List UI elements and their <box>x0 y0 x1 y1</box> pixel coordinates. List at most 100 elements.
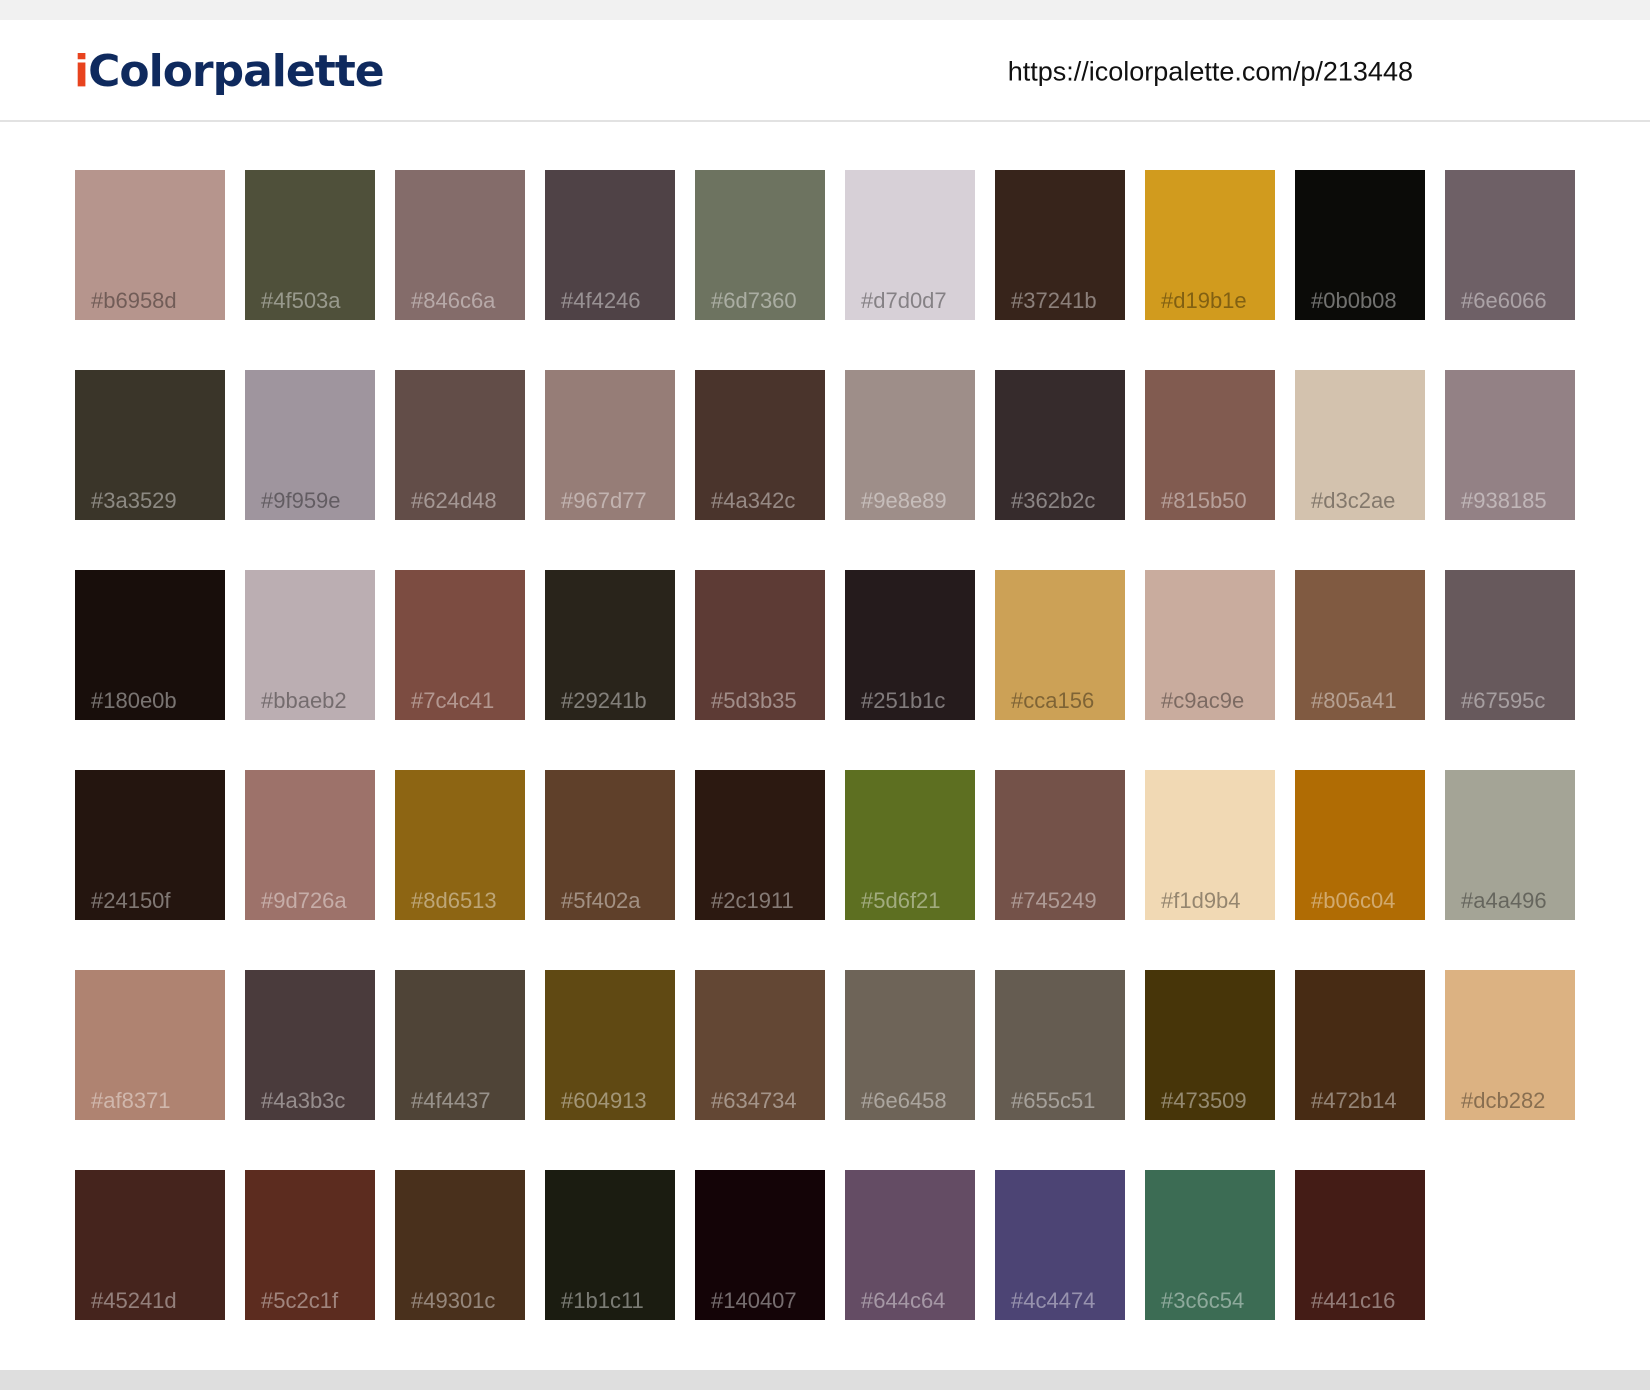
color-swatch[interactable]: #3a3529 <box>75 370 225 520</box>
color-swatch[interactable]: #6e6458 <box>845 970 975 1120</box>
swatch-hex-label: #67595c <box>1461 688 1546 713</box>
color-swatch[interactable]: #634734 <box>695 970 825 1120</box>
swatch-hex-label: #7c4c41 <box>411 688 495 713</box>
page: iColorpalette https://icolorpalette.com/… <box>0 20 1650 1370</box>
swatch-hex-label: #846c6a <box>411 288 496 313</box>
color-swatch[interactable]: #37241b <box>995 170 1125 320</box>
color-swatch[interactable]: #1b1c11 <box>545 1170 675 1320</box>
color-swatch[interactable]: #2c1911 <box>695 770 825 920</box>
color-swatch[interactable]: #3c6c54 <box>1145 1170 1275 1320</box>
swatch-hex-label: #634734 <box>711 1088 797 1113</box>
color-swatch[interactable]: #5f402a <box>545 770 675 920</box>
color-swatch[interactable]: #5d6f21 <box>845 770 975 920</box>
swatch-hex-label: #bbaeb2 <box>261 688 347 713</box>
color-swatch[interactable]: #472b14 <box>1295 970 1425 1120</box>
color-swatch[interactable]: #4f503a <box>245 170 375 320</box>
swatch-hex-label: #49301c <box>411 1288 496 1313</box>
color-swatch[interactable]: #938185 <box>1445 370 1575 520</box>
color-swatch[interactable]: #8d6513 <box>395 770 525 920</box>
color-swatch[interactable]: #967d77 <box>545 370 675 520</box>
color-swatch[interactable]: #140407 <box>695 1170 825 1320</box>
swatch-hex-label: #cca156 <box>1011 688 1095 713</box>
swatch-hex-label: #6e6066 <box>1461 288 1547 313</box>
color-swatch[interactable]: #6e6066 <box>1445 170 1575 320</box>
swatch-hex-label: #2c1911 <box>711 888 794 913</box>
swatch-hex-label: #b6958d <box>91 288 177 313</box>
color-swatch[interactable]: #846c6a <box>395 170 525 320</box>
color-swatch[interactable]: #9f959e <box>245 370 375 520</box>
swatch-hex-label: #a4a496 <box>1461 888 1547 913</box>
swatch-hex-label: #805a41 <box>1311 688 1397 713</box>
swatch-hex-label: #b06c04 <box>1311 888 1396 913</box>
swatch-hex-label: #4c4474 <box>1011 1288 1096 1313</box>
palette-url[interactable]: https://icolorpalette.com/p/213448 <box>1008 57 1413 88</box>
color-swatch[interactable]: #180e0b <box>75 570 225 720</box>
color-swatch[interactable]: #655c51 <box>995 970 1125 1120</box>
color-swatch[interactable]: #9e8e89 <box>845 370 975 520</box>
logo-accent: i <box>74 46 89 97</box>
color-swatch[interactable]: #45241d <box>75 1170 225 1320</box>
swatch-hex-label: #3c6c54 <box>1161 1288 1245 1313</box>
swatch-hex-label: #472b14 <box>1311 1088 1397 1113</box>
swatch-hex-label: #441c16 <box>1311 1288 1396 1313</box>
color-swatch[interactable]: #67595c <box>1445 570 1575 720</box>
swatch-hex-label: #5d6f21 <box>861 888 941 913</box>
swatch-hex-label: #5f402a <box>561 888 641 913</box>
swatch-hex-label: #644c64 <box>861 1288 946 1313</box>
color-swatch[interactable]: #b06c04 <box>1295 770 1425 920</box>
color-swatch[interactable]: #5d3b35 <box>695 570 825 720</box>
color-swatch[interactable]: #cca156 <box>995 570 1125 720</box>
color-swatch[interactable]: #4a3b3c <box>245 970 375 1120</box>
color-swatch[interactable]: #5c2c1f <box>245 1170 375 1320</box>
swatch-hex-label: #d19b1e <box>1161 288 1247 313</box>
swatch-hex-label: #d3c2ae <box>1311 488 1396 513</box>
color-swatch[interactable]: #bbaeb2 <box>245 570 375 720</box>
color-swatch[interactable]: #f1d9b4 <box>1145 770 1275 920</box>
color-swatch[interactable]: #b6958d <box>75 170 225 320</box>
swatch-hex-label: #967d77 <box>561 488 647 513</box>
color-swatch[interactable]: #362b2c <box>995 370 1125 520</box>
color-swatch[interactable]: #473509 <box>1145 970 1275 1120</box>
color-swatch[interactable]: #0b0b08 <box>1295 170 1425 320</box>
color-swatch[interactable]: #af8371 <box>75 970 225 1120</box>
color-swatch[interactable]: #6d7360 <box>695 170 825 320</box>
color-swatch[interactable]: #805a41 <box>1295 570 1425 720</box>
color-swatch[interactable]: #4f4437 <box>395 970 525 1120</box>
swatch-hex-label: #dcb282 <box>1461 1088 1546 1113</box>
swatch-hex-label: #9e8e89 <box>861 488 947 513</box>
swatch-hex-label: #6d7360 <box>711 288 797 313</box>
color-swatch[interactable]: #9d726a <box>245 770 375 920</box>
swatch-hex-label: #6e6458 <box>861 1088 947 1113</box>
swatch-hex-label: #4f4437 <box>411 1088 491 1113</box>
color-swatch[interactable]: #624d48 <box>395 370 525 520</box>
swatch-hex-label: #d7d0d7 <box>861 288 947 313</box>
site-header: iColorpalette https://icolorpalette.com/… <box>0 20 1650 122</box>
color-swatch[interactable]: #644c64 <box>845 1170 975 1320</box>
color-swatch[interactable]: #745249 <box>995 770 1125 920</box>
color-swatch[interactable]: #7c4c41 <box>395 570 525 720</box>
color-swatch[interactable]: #4a342c <box>695 370 825 520</box>
color-swatch[interactable]: #4f4246 <box>545 170 675 320</box>
color-swatch[interactable]: #49301c <box>395 1170 525 1320</box>
site-logo[interactable]: iColorpalette <box>74 44 385 100</box>
swatch-hex-label: #473509 <box>1161 1088 1247 1113</box>
color-swatch[interactable]: #251b1c <box>845 570 975 720</box>
swatch-hex-label: #604913 <box>561 1088 647 1113</box>
color-swatch[interactable]: #4c4474 <box>995 1170 1125 1320</box>
color-swatch[interactable]: #604913 <box>545 970 675 1120</box>
color-swatch[interactable]: #815b50 <box>1145 370 1275 520</box>
color-swatch[interactable]: #d3c2ae <box>1295 370 1425 520</box>
color-swatch[interactable]: #441c16 <box>1295 1170 1425 1320</box>
swatch-hex-label: #362b2c <box>1011 488 1096 513</box>
color-swatch[interactable]: #24150f <box>75 770 225 920</box>
logo-text: Colorpalette <box>88 46 385 97</box>
color-swatch[interactable]: #c9ac9e <box>1145 570 1275 720</box>
color-swatch[interactable]: #dcb282 <box>1445 970 1575 1120</box>
color-swatch[interactable]: #29241b <box>545 570 675 720</box>
color-swatch[interactable]: #a4a496 <box>1445 770 1575 920</box>
swatch-hex-label: #4a3b3c <box>261 1088 346 1113</box>
swatch-hex-label: #5c2c1f <box>261 1288 339 1313</box>
color-swatch[interactable]: #d7d0d7 <box>845 170 975 320</box>
swatch-hex-label: #938185 <box>1461 488 1547 513</box>
color-swatch[interactable]: #d19b1e <box>1145 170 1275 320</box>
